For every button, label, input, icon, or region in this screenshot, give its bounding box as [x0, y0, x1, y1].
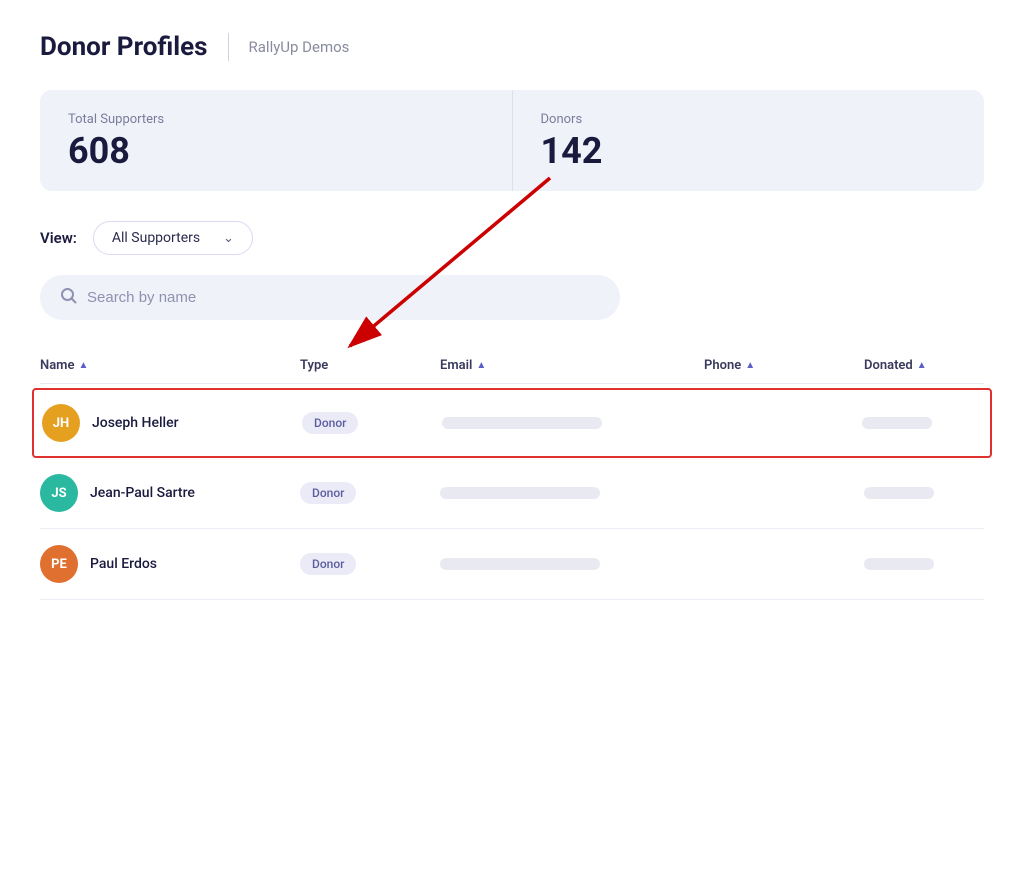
table-row[interactable]: PE Paul Erdos Donor	[40, 529, 984, 600]
table-header: Name ▲ Type Email ▲ Phone ▲ Donated ▲	[40, 348, 984, 384]
type-cell: Donor	[302, 412, 442, 434]
avatar: JH	[42, 404, 80, 442]
view-select-value: All Supporters	[112, 230, 200, 246]
donor-cell: JS Jean-Paul Sartre	[40, 474, 300, 512]
email-cell	[440, 487, 704, 499]
org-name: RallyUp Demos	[249, 38, 350, 56]
page-title: Donor Profiles	[40, 32, 208, 62]
col-header-email[interactable]: Email ▲	[440, 358, 704, 373]
chevron-down-icon: ⌄	[223, 231, 234, 246]
page-header: Donor Profiles RallyUp Demos	[40, 32, 984, 62]
col-header-type[interactable]: Type	[300, 358, 440, 373]
type-cell: Donor	[300, 553, 440, 575]
donated-cell	[862, 417, 982, 429]
donated-cell	[864, 487, 984, 499]
search-container	[40, 275, 984, 320]
donor-name: Jean-Paul Sartre	[90, 485, 195, 501]
stat-label-supporters: Total Supporters	[68, 112, 484, 127]
avatar: JS	[40, 474, 78, 512]
header-divider	[228, 33, 229, 61]
search-icon	[60, 287, 77, 308]
search-input[interactable]	[87, 289, 600, 306]
donor-cell: JH Joseph Heller	[42, 404, 302, 442]
stat-label-donors: Donors	[541, 112, 957, 127]
type-cell: Donor	[300, 482, 440, 504]
email-cell	[442, 417, 702, 429]
sort-arrow-email: ▲	[476, 360, 486, 371]
view-select-dropdown[interactable]: All Supporters ⌄	[93, 221, 253, 255]
col-header-donated[interactable]: Donated ▲	[864, 358, 984, 373]
stat-card-donors: Donors 142	[513, 90, 985, 191]
donor-name: Paul Erdos	[90, 556, 157, 572]
type-badge: Donor	[302, 412, 358, 434]
type-badge: Donor	[300, 482, 356, 504]
col-header-phone[interactable]: Phone ▲	[704, 358, 864, 373]
email-cell	[440, 558, 704, 570]
donor-name: Joseph Heller	[92, 415, 179, 431]
stat-card-supporters: Total Supporters 608	[40, 90, 513, 191]
donated-cell	[864, 558, 984, 570]
donor-cell: PE Paul Erdos	[40, 545, 300, 583]
col-header-name[interactable]: Name ▲	[40, 358, 300, 373]
table-area: Name ▲ Type Email ▲ Phone ▲ Donated ▲ JH…	[40, 348, 984, 600]
search-box	[40, 275, 620, 320]
sort-arrow-donated: ▲	[917, 360, 927, 371]
controls-row: View: All Supporters ⌄	[40, 221, 984, 255]
table-row[interactable]: JH Joseph Heller Donor	[32, 388, 992, 458]
type-badge: Donor	[300, 553, 356, 575]
sort-arrow-name: ▲	[78, 360, 88, 371]
annotation-arrow	[240, 168, 580, 368]
stats-row: Total Supporters 608 Donors 142	[40, 90, 984, 191]
sort-arrow-phone: ▲	[745, 360, 755, 371]
avatar: PE	[40, 545, 78, 583]
view-label: View:	[40, 229, 77, 247]
stat-value-donors: 142	[541, 133, 957, 169]
stat-value-supporters: 608	[68, 133, 484, 169]
table-row[interactable]: JS Jean-Paul Sartre Donor	[40, 458, 984, 529]
